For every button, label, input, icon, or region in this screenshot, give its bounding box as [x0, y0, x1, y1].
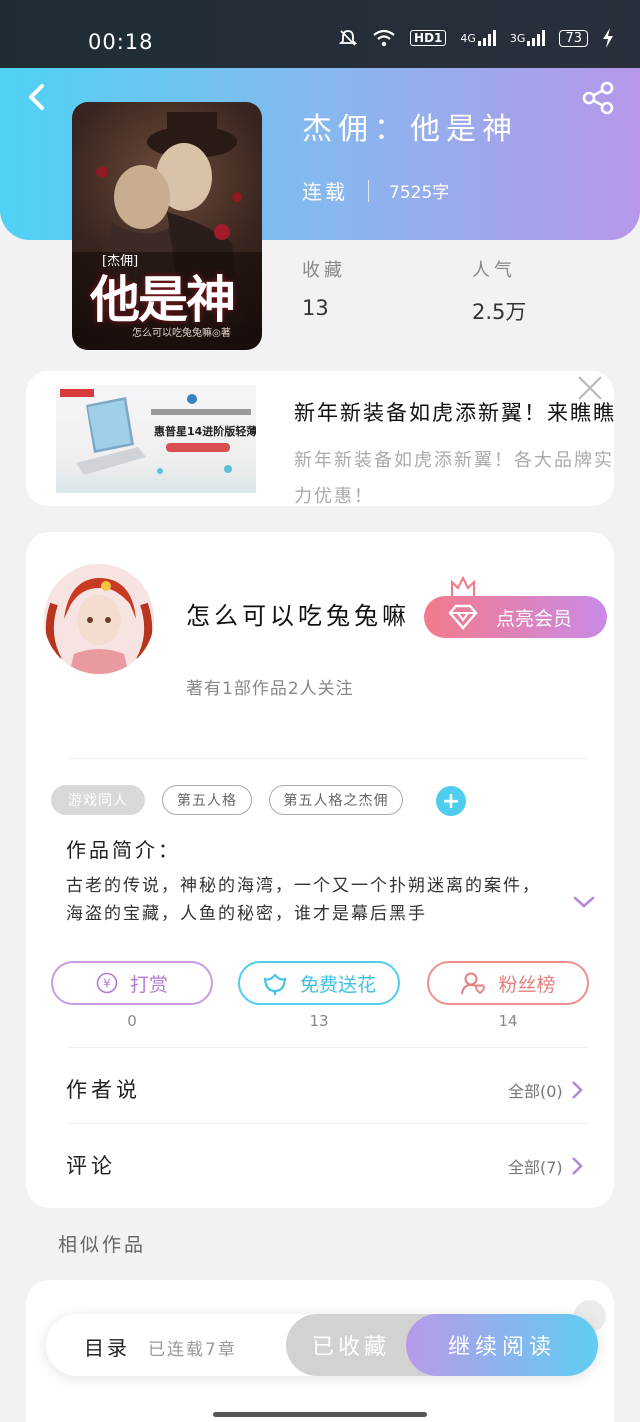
- stat-label: 人气: [472, 260, 516, 281]
- author-name[interactable]: 怎么可以吃兔兔嘛: [186, 596, 410, 631]
- yen-icon: ¥: [96, 972, 118, 994]
- ad-title: 新年新装备如虎添新翼！来瞧瞧: [294, 401, 614, 425]
- stat-value: 2.5万: [472, 300, 527, 324]
- continue-reading-label: 继续阅读: [447, 1335, 556, 1360]
- share-button[interactable]: [580, 80, 616, 116]
- diamond-icon: [448, 604, 478, 630]
- author-says-count: 全部(0): [508, 1082, 563, 1101]
- plus-icon: +: [441, 788, 461, 814]
- tag-item[interactable]: 游戏同人: [51, 785, 145, 815]
- stat-favorites: 收藏 13: [302, 256, 346, 320]
- fans-ranking-button[interactable]: 粉丝榜: [427, 961, 589, 1005]
- home-indicator[interactable]: [213, 1412, 427, 1417]
- status-bar: 00:18 HD1 4G 3G 73: [0, 0, 640, 68]
- serial-status: 连载: [302, 180, 348, 204]
- chevron-down-icon: [573, 896, 595, 908]
- expand-intro-button[interactable]: [572, 894, 596, 910]
- close-icon: [578, 376, 602, 400]
- send-flower-label: 免费送花: [299, 973, 376, 996]
- fans-count: 14: [498, 1012, 518, 1030]
- book-title: 杰佣：他是神: [302, 112, 518, 147]
- flower-count: 13: [309, 1012, 329, 1030]
- intro-text: 古老的传说，神秘的海湾，一个又一个扑朔迷离的案件，海盗的宝藏，人鱼的秘密，谁才是…: [66, 876, 541, 924]
- divider: [68, 1123, 588, 1124]
- stat-popularity: 人气 2.5万: [472, 256, 526, 326]
- ad-description: 新年新装备如虎添新翼！各大品牌实力优惠！: [294, 450, 614, 506]
- reward-button[interactable]: ¥ 打赏: [51, 961, 213, 1005]
- add-tag-button[interactable]: +: [436, 786, 466, 816]
- divider: [368, 179, 369, 202]
- status-time: 00:18: [88, 30, 154, 54]
- stat-label: 收藏: [302, 260, 346, 281]
- stat-value: 13: [302, 296, 329, 320]
- hd-icon: HD1: [410, 30, 447, 46]
- word-count: 7525字: [389, 183, 450, 203]
- signal-4g-icon: 4G: [460, 30, 496, 46]
- continue-reading-button[interactable]: 继续阅读: [406, 1314, 598, 1376]
- back-button[interactable]: [22, 80, 52, 114]
- share-icon: [582, 81, 614, 115]
- ad-close-button[interactable]: [576, 374, 604, 402]
- reward-count: 0: [127, 1012, 137, 1030]
- ad-image: 惠普星14进阶版轻薄本: [56, 385, 268, 493]
- vip-button-label: 点亮会员: [496, 607, 573, 630]
- chevron-left-icon: [29, 84, 44, 110]
- book-cover[interactable]: [杰佣] 他是神 怎么可以吃兔兔嘛◎著: [72, 102, 262, 350]
- mute-icon: [338, 28, 358, 48]
- fans-ranking-label: 粉丝榜: [498, 973, 556, 996]
- send-flower-button[interactable]: 免费送花: [238, 961, 400, 1005]
- intro-label: 作品简介：: [66, 838, 181, 862]
- author-meta: 著有1部作品2人关注: [186, 679, 354, 699]
- chapter-count: 已连载7章: [148, 1340, 237, 1360]
- charging-icon: [602, 28, 614, 48]
- comments-count: 全部(7): [508, 1158, 563, 1177]
- similar-works-label: 相似作品: [58, 1234, 147, 1256]
- comments-label: 评论: [66, 1154, 116, 1178]
- author-says-all-link[interactable]: 全部(0): [508, 1078, 583, 1102]
- svg-text:¥: ¥: [103, 977, 111, 991]
- fans-icon: [461, 972, 486, 995]
- status-icons: HD1 4G 3G 73: [338, 28, 614, 48]
- cover-byline: 怎么可以吃兔兔嘛◎著: [132, 328, 231, 339]
- tag-item[interactable]: 第五人格之杰佣: [269, 785, 403, 815]
- chevron-right-icon: [571, 1081, 583, 1099]
- cover-title: 他是神: [90, 270, 236, 329]
- book-status-row: 连载 7525字: [302, 176, 449, 205]
- ad-image-text: 惠普星14进阶版轻薄本: [154, 424, 256, 438]
- chevron-right-icon: [571, 1157, 583, 1175]
- net-label: 4G: [460, 31, 476, 45]
- ad-banner[interactable]: 惠普星14进阶版轻薄本 新年新装备如虎添新翼！来瞧瞧 新年新装备如虎添新翼！各大…: [26, 371, 614, 506]
- wifi-icon: [372, 29, 396, 47]
- crown-icon: [451, 576, 475, 596]
- divider: [68, 758, 588, 759]
- battery-icon: 73: [559, 29, 588, 47]
- net-label: 3G: [509, 31, 526, 45]
- signal-3g-icon: 3G: [510, 30, 546, 46]
- reward-label: 打赏: [129, 973, 168, 996]
- favorited-label: 已收藏: [311, 1335, 390, 1360]
- author-avatar[interactable]: [44, 564, 154, 674]
- tag-item[interactable]: 第五人格: [162, 785, 252, 815]
- divider: [68, 1047, 588, 1048]
- flower-icon: [263, 973, 287, 995]
- author-says-label: 作者说: [66, 1078, 141, 1102]
- toc-button[interactable]: 目录: [84, 1332, 130, 1361]
- comments-all-link[interactable]: 全部(7): [508, 1154, 583, 1178]
